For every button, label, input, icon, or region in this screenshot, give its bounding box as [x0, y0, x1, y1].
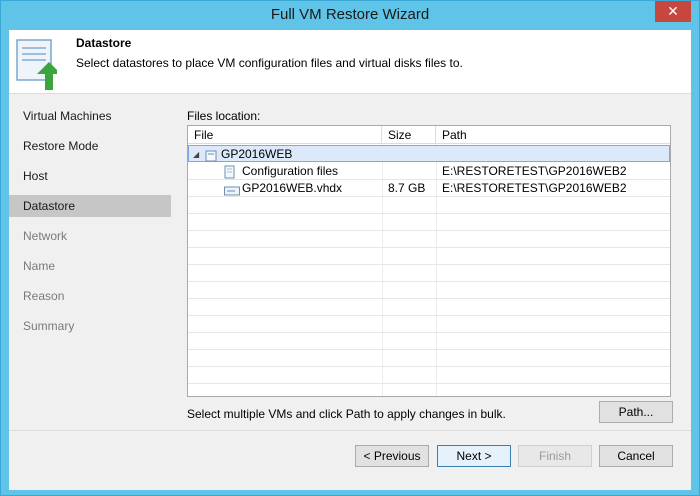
step-virtual-machines[interactable]: Virtual Machines: [9, 105, 171, 127]
row-path: E:\RESTORETEST\GP2016WEB2: [442, 181, 627, 195]
row-path: E:\RESTORETEST\GP2016WEB2: [442, 164, 627, 178]
page-title: Datastore: [76, 36, 132, 50]
bulk-hint: Select multiple VMs and click Path to ap…: [187, 407, 506, 421]
empty-row: [188, 197, 670, 214]
wizard-window: Full VM Restore Wizard ✕ Datastore Selec…: [0, 0, 700, 496]
table-row-vm[interactable]: ◢ GP2016WEB: [188, 145, 670, 162]
wizard-header: Datastore Select datastores to place VM …: [9, 30, 691, 94]
row-file: GP2016WEB: [221, 147, 293, 161]
expand-arrow-icon[interactable]: ◢: [193, 147, 199, 163]
column-path[interactable]: Path: [436, 126, 670, 144]
step-name: Name: [23, 259, 56, 273]
table-row[interactable]: Configuration files E:\RESTORETEST\GP201…: [188, 163, 670, 180]
files-location-label: Files location:: [187, 109, 261, 123]
step-summary: Summary: [23, 319, 75, 333]
step-restore-mode[interactable]: Restore Mode: [9, 135, 171, 157]
column-file[interactable]: File: [188, 126, 382, 144]
vm-icon: [205, 150, 217, 162]
column-size[interactable]: Size: [382, 126, 436, 144]
title-bar[interactable]: Full VM Restore Wizard ✕: [1, 1, 699, 30]
table-row[interactable]: GP2016WEB.vhdx 8.7 GB E:\RESTORETEST\GP2…: [188, 180, 670, 197]
empty-row: [188, 248, 670, 265]
grid-header: File Size Path: [188, 126, 670, 144]
finish-button: Finish: [518, 445, 592, 467]
step-reason: Reason: [23, 289, 65, 303]
empty-row: [188, 367, 670, 384]
empty-row: [188, 231, 670, 248]
restore-upload-icon: [16, 39, 57, 90]
wizard-steps-sidebar: Virtual Machines Restore Mode Host Datas…: [9, 95, 171, 425]
empty-row: [188, 350, 670, 367]
page-description: Select datastores to place VM configurat…: [76, 56, 463, 70]
step-network: Network: [23, 229, 68, 243]
config-file-icon: [224, 165, 235, 179]
wizard-client: Datastore Select datastores to place VM …: [9, 30, 691, 490]
row-file: Configuration files: [242, 164, 339, 178]
empty-row: [188, 316, 670, 333]
main-panel: Files location: File Size Path ◢ GP2016W…: [179, 95, 691, 425]
previous-button[interactable]: < Previous: [355, 445, 429, 467]
row-size: 8.7 GB: [388, 181, 426, 195]
row-file: GP2016WEB.vhdx: [242, 181, 343, 195]
cancel-button[interactable]: Cancel: [599, 445, 673, 467]
empty-row: [188, 299, 670, 316]
close-button[interactable]: ✕: [655, 1, 691, 22]
empty-row: [188, 282, 670, 299]
step-host[interactable]: Host: [9, 165, 171, 187]
empty-row: [188, 214, 670, 231]
files-grid[interactable]: File Size Path ◢ GP2016WEB Configuration…: [187, 125, 671, 397]
empty-row: [188, 333, 670, 350]
path-button[interactable]: Path...: [599, 401, 673, 423]
wizard-footer: < Previous Next > Finish Cancel: [9, 430, 691, 490]
empty-row: [188, 265, 670, 282]
step-datastore[interactable]: Datastore: [9, 195, 171, 217]
next-button[interactable]: Next >: [437, 445, 511, 467]
window-title: Full VM Restore Wizard: [270, 6, 430, 23]
